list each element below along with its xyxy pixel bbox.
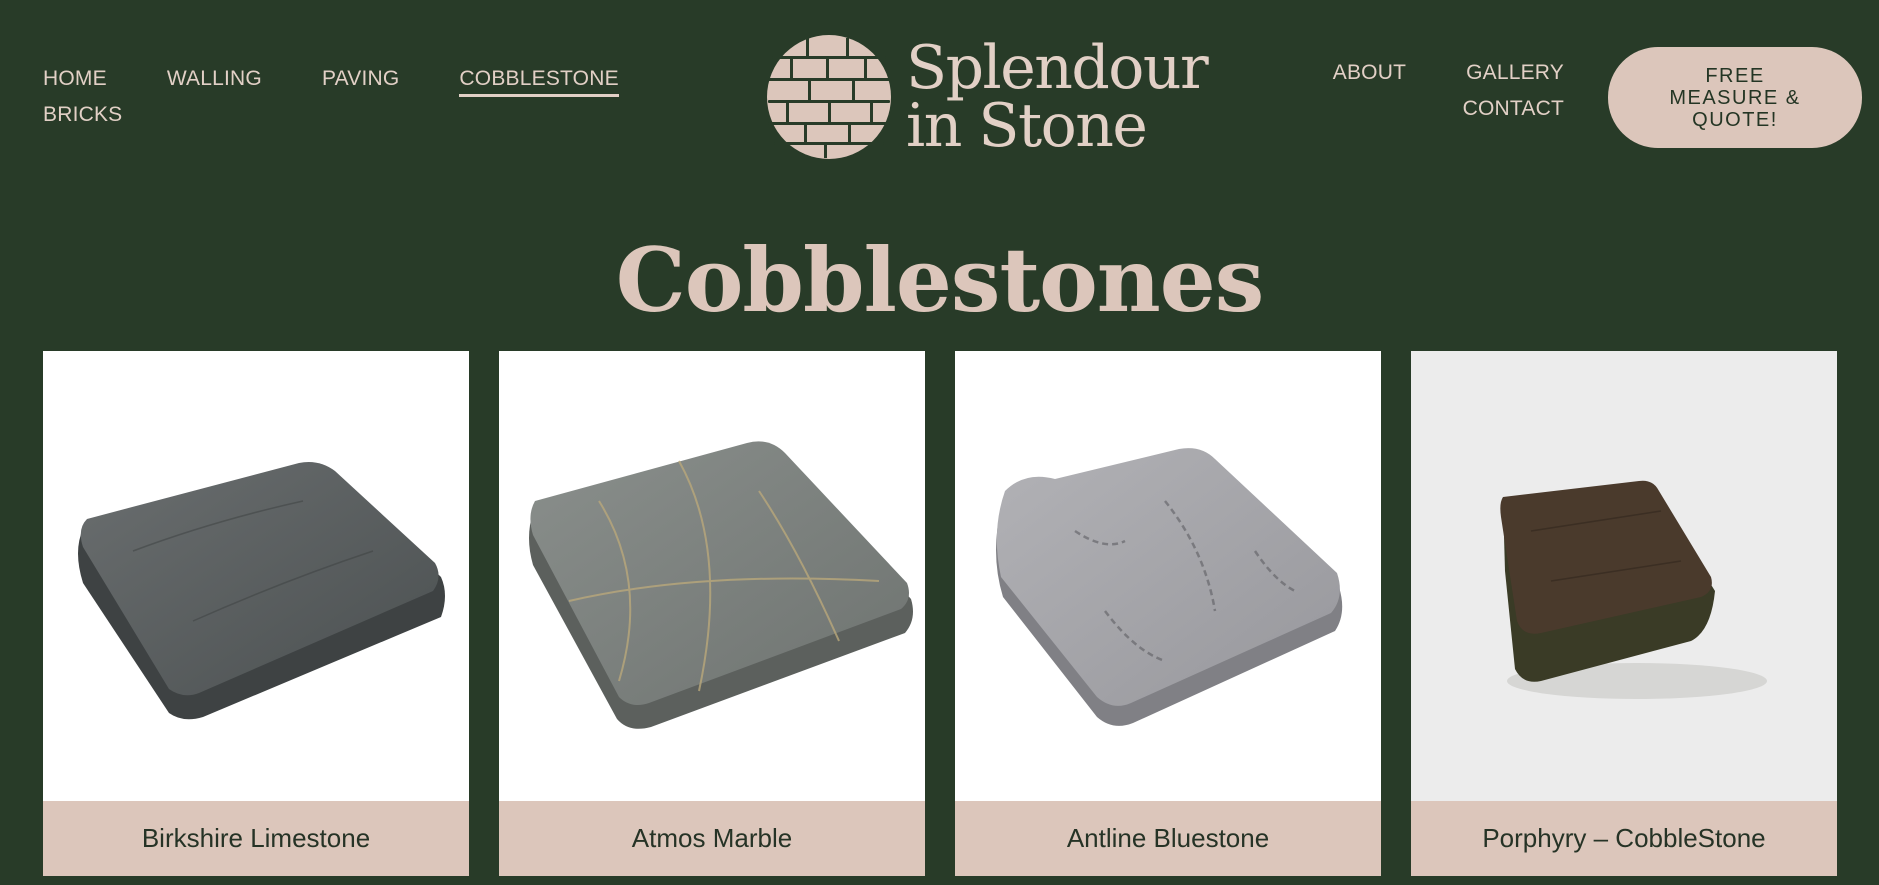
product-grid: Birkshire Limestone Atmos Marble Antline… — [43, 351, 1837, 876]
nav-paving[interactable]: PAVING — [322, 64, 399, 94]
product-card-atmos-marble[interactable]: Atmos Marble — [499, 351, 925, 876]
main-nav-left: HOME WALLING PAVING COBBLESTONE BRICKS — [43, 64, 633, 136]
page: HOME WALLING PAVING COBBLESTONE BRICKS S… — [0, 0, 1879, 885]
site-logo[interactable]: Splendour in Stone — [766, 33, 1209, 161]
free-measure-quote-button[interactable]: FREE MEASURE & QUOTE! — [1608, 47, 1862, 148]
brand-name-line2: in Stone — [906, 91, 1148, 161]
product-card-birkshire-limestone[interactable]: Birkshire Limestone — [43, 351, 469, 876]
nav-cobblestone[interactable]: COBBLESTONE — [459, 64, 619, 97]
product-card-antline-bluestone[interactable]: Antline Bluestone — [955, 351, 1381, 876]
product-name: Porphyry – CobbleStone — [1411, 801, 1837, 876]
nav-walling[interactable]: WALLING — [167, 64, 262, 94]
nav-home[interactable]: HOME — [43, 64, 107, 94]
light-grey-stone-photo — [955, 351, 1381, 801]
nav-about[interactable]: ABOUT — [1333, 58, 1406, 94]
dark-grey-stone-photo — [43, 351, 469, 801]
stone-wall-logo-icon — [767, 35, 891, 159]
nav-gallery[interactable]: GALLERY — [1466, 58, 1564, 94]
nav-contact[interactable]: CONTACT — [1463, 94, 1564, 130]
product-name: Atmos Marble — [499, 801, 925, 876]
page-title: Cobblestones — [615, 228, 1265, 332]
main-nav-right: ABOUT GALLERY CONTACT — [1273, 58, 1564, 130]
brown-porphyry-stone-photo — [1411, 351, 1837, 801]
brand-wordmark: Splendour in Stone — [906, 33, 1209, 161]
product-name: Antline Bluestone — [955, 801, 1381, 876]
product-name: Birkshire Limestone — [43, 801, 469, 876]
veined-marble-stone-photo — [499, 351, 925, 801]
brand-name-line1: Splendour — [906, 33, 1209, 103]
product-card-porphyry-cobblestone[interactable]: Porphyry – CobbleStone — [1411, 351, 1837, 876]
nav-bricks[interactable]: BRICKS — [43, 100, 122, 130]
